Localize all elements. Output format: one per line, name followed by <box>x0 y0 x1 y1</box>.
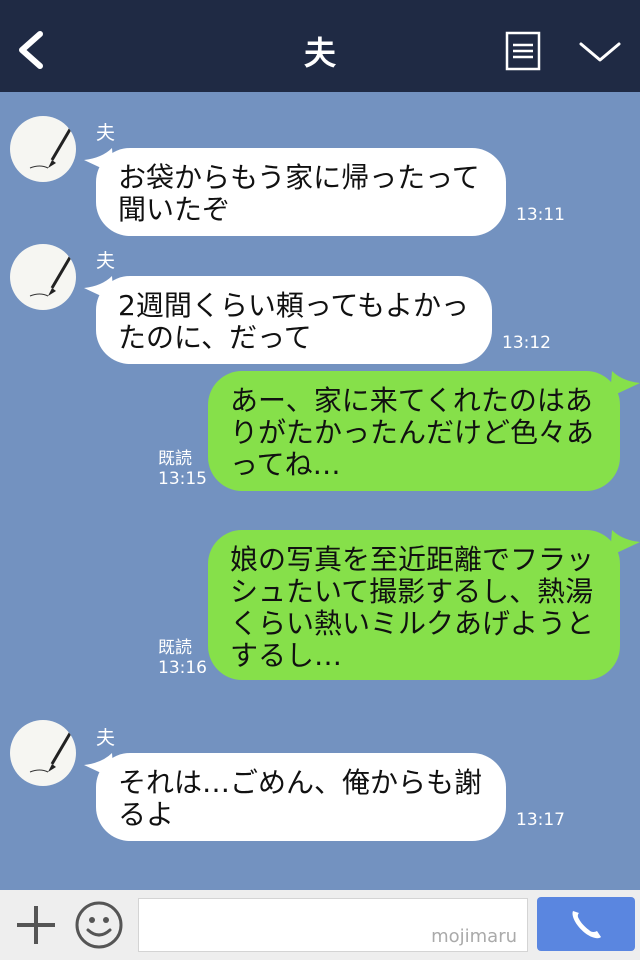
avatar[interactable] <box>10 720 76 786</box>
read-label: 既読 <box>158 449 192 469</box>
message-bubble[interactable]: 2週間くらい頼ってもよかったのに、だって <box>96 276 492 364</box>
plus-icon[interactable] <box>14 903 58 947</box>
emoji-icon[interactable] <box>74 900 124 950</box>
bubble-tail <box>610 530 640 556</box>
read-receipt: 既読 13:15 <box>158 449 207 489</box>
read-receipt: 既読 13:16 <box>158 638 207 678</box>
message-bubble[interactable]: 娘の写真を至近距離でフラッシュたいて撮影するし、熱湯くらい熱いミルクあげようとす… <box>208 530 620 680</box>
menu-list-icon[interactable] <box>505 31 541 71</box>
message-time: 13:17 <box>516 810 565 830</box>
chevron-down-icon[interactable] <box>578 38 622 66</box>
message-bubble[interactable]: それは…ごめん、俺からも謝るよ <box>96 753 506 841</box>
chat-header: 夫 <box>0 0 640 92</box>
message-time: 13:12 <box>502 333 551 353</box>
sender-name: 夫 <box>96 122 116 144</box>
message-time: 13:11 <box>516 205 565 225</box>
bubble-tail <box>610 371 640 397</box>
avatar[interactable] <box>10 244 76 310</box>
phone-icon <box>572 911 601 939</box>
sender-name: 夫 <box>96 250 116 272</box>
sender-name: 夫 <box>96 727 116 749</box>
watermark: mojimaru <box>431 926 517 947</box>
input-bar: mojimaru <box>0 890 640 960</box>
message-bubble[interactable]: あー、家に来てくれたのはありがたかったんだけど色々あってね… <box>208 371 620 491</box>
message-time: 13:15 <box>158 469 207 489</box>
fountain-pen-icon <box>29 729 74 773</box>
message-input[interactable]: mojimaru <box>138 898 528 952</box>
message-time: 13:16 <box>158 658 207 678</box>
fountain-pen-icon <box>29 253 74 297</box>
call-button[interactable] <box>537 897 635 951</box>
chat-area[interactable]: 夫 お袋からもう家に帰ったって聞いたぞ 13:11 夫 2週間くらい頼ってもよか… <box>0 92 640 890</box>
avatar[interactable] <box>10 116 76 182</box>
fountain-pen-icon <box>29 125 74 169</box>
chat-title: 夫 <box>303 34 336 72</box>
message-bubble[interactable]: お袋からもう家に帰ったって聞いたぞ <box>96 148 506 236</box>
read-label: 既読 <box>158 638 192 658</box>
